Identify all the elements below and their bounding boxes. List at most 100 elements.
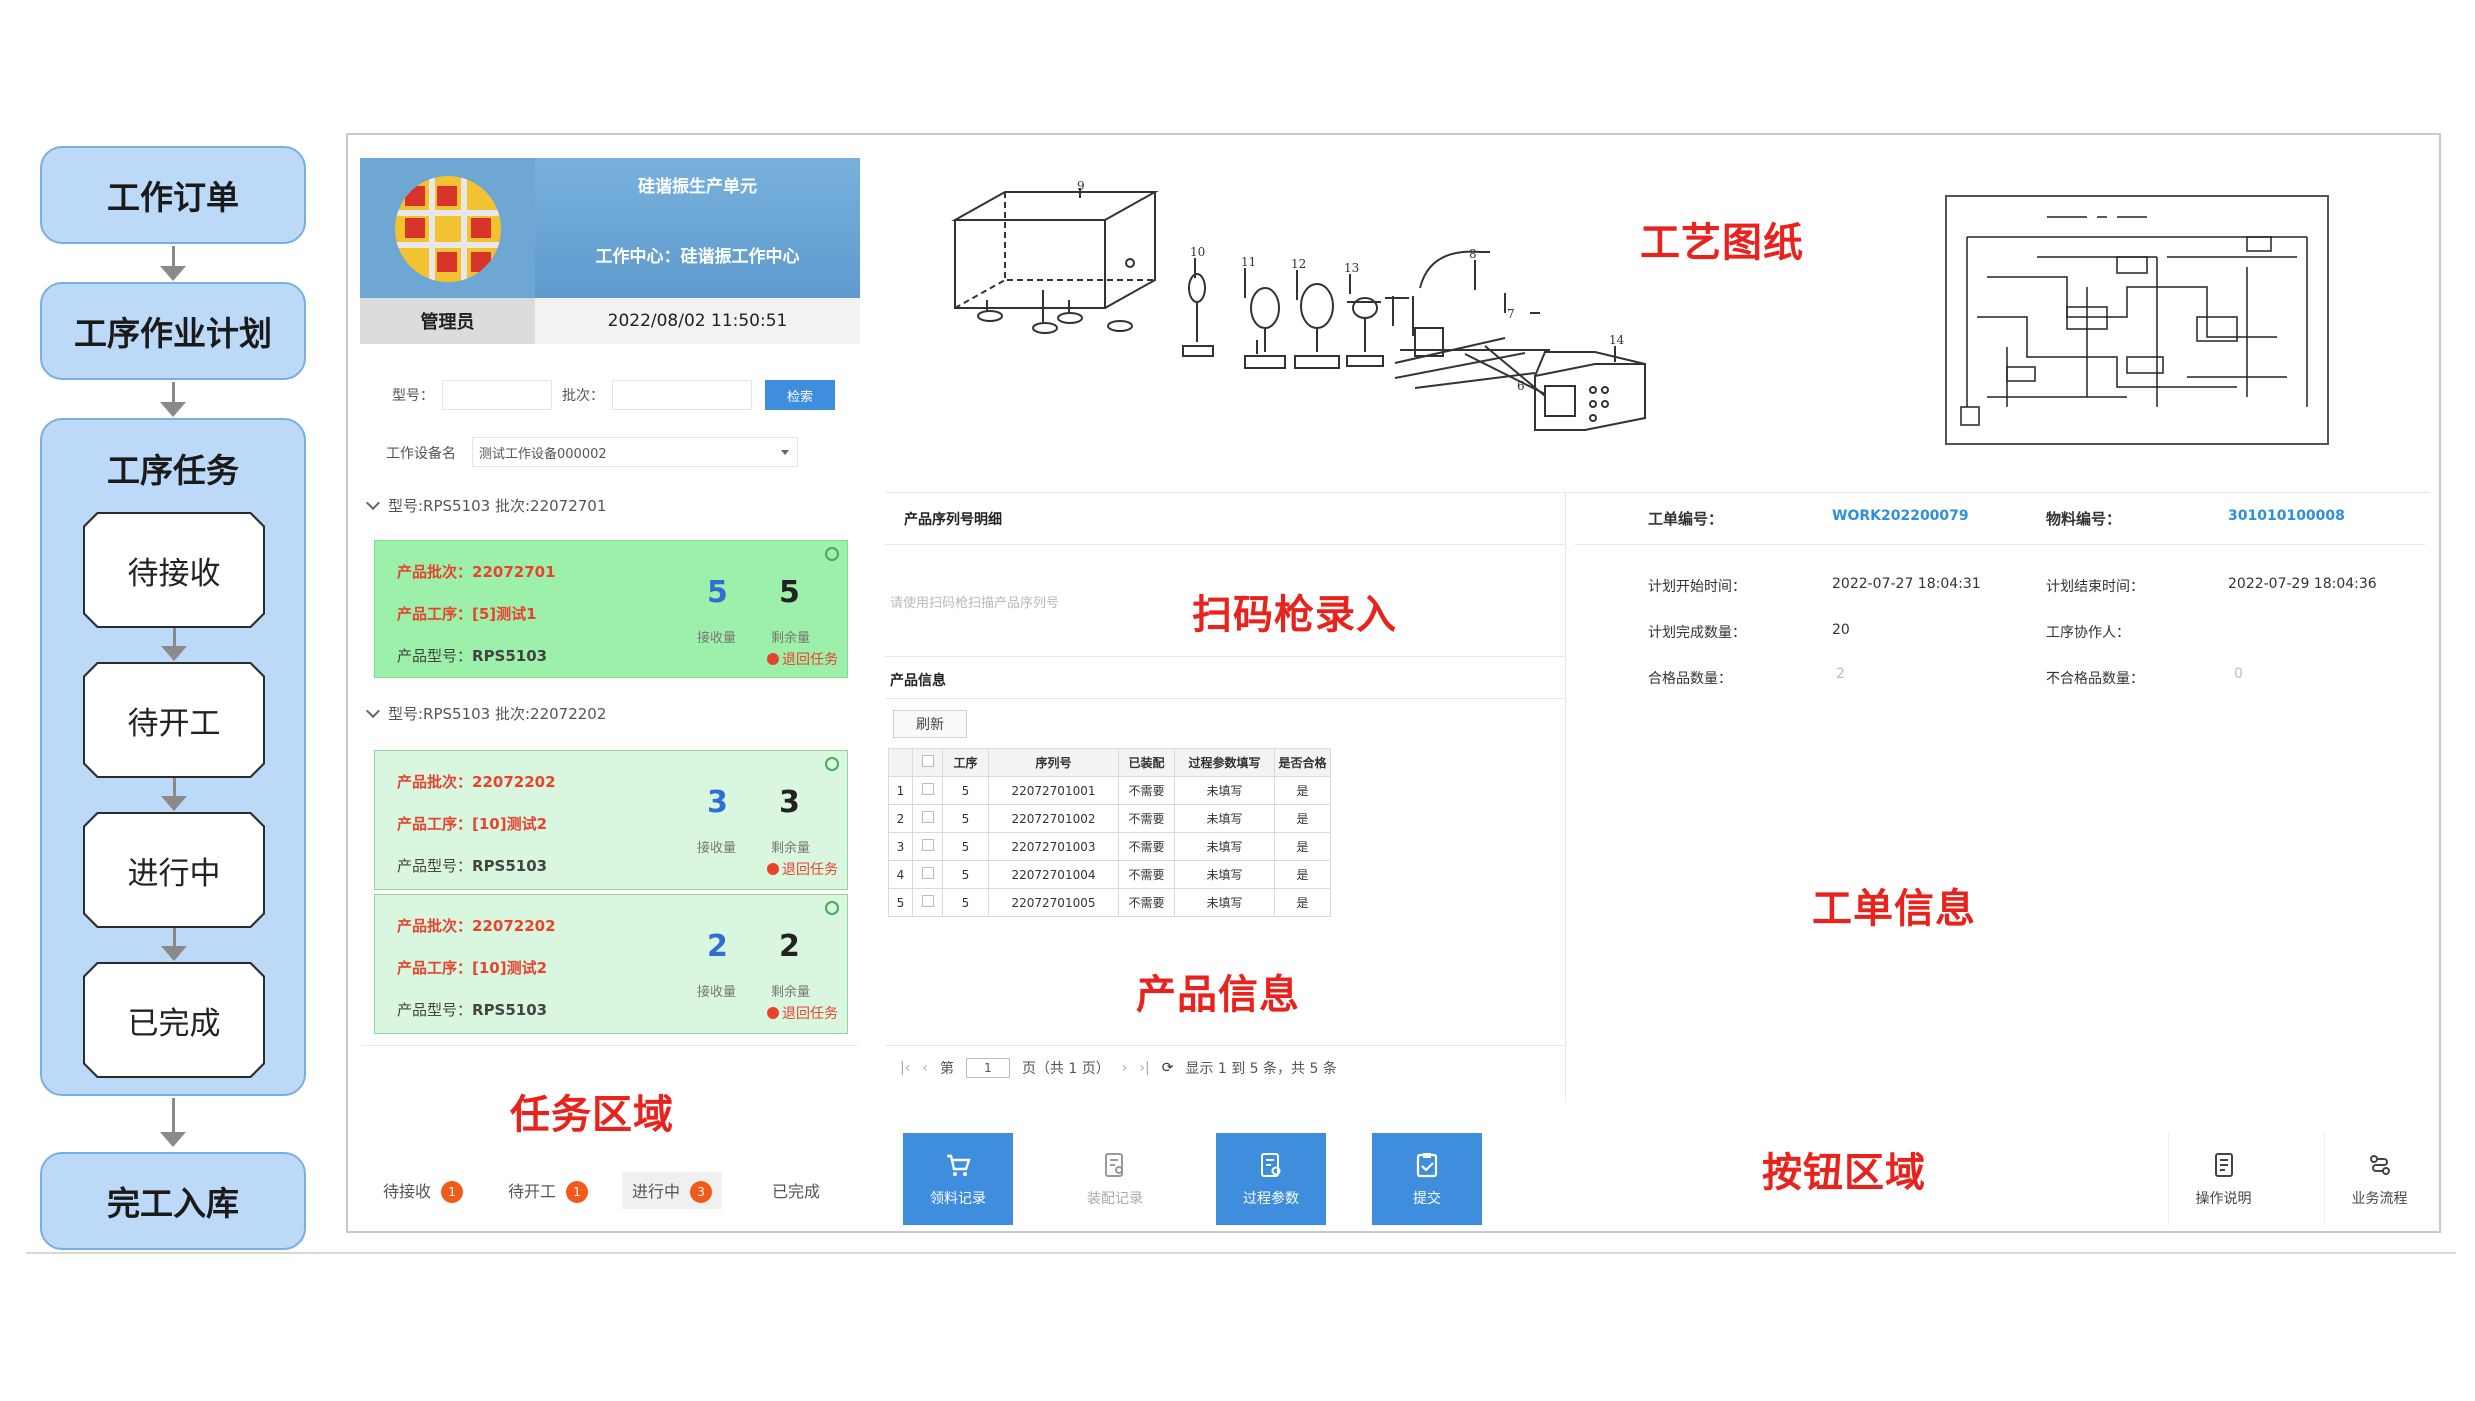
table-row[interactable]: 3 5 22072701003 不需要 未填写是 <box>888 832 1331 861</box>
annotation-button-area: 按钮区域 <box>1762 1150 1926 1196</box>
process-drawing: 9 10 11 12 13 8 7 6 14 <box>951 179 1646 431</box>
remaining-label: 剩余量 <box>771 631 811 646</box>
current-datetime: 2022/08/02 11:50:51 <box>607 311 788 331</box>
row-checkbox[interactable] <box>921 867 934 879</box>
divider <box>1575 544 2425 545</box>
circuit-diagram-image <box>1960 216 2308 426</box>
row-checkbox[interactable] <box>921 839 934 851</box>
reload-icon[interactable]: ⟳ <box>1162 1060 1174 1076</box>
flow-work-order: 工作订单 <box>40 146 306 244</box>
flow-task-group: 工序任务 待接收 待开工 进行中 已完成 <box>40 418 306 1096</box>
first-page-icon[interactable]: |‹ <box>900 1060 910 1076</box>
next-page-icon[interactable]: › <box>1122 1060 1128 1076</box>
received-label: 接收量 <box>697 631 737 646</box>
drawing-number: 11 <box>1241 255 1256 269</box>
flow-arrow <box>172 1098 175 1134</box>
flow-arrow-head <box>160 1132 186 1147</box>
task-card[interactable]: 产品批次：22072202 产品工序：[10]测试2 产品型号：RPS5103 … <box>374 750 848 890</box>
page-summary: 显示 1 到 5 条，共 5 条 <box>1185 1061 1337 1077</box>
row-checkbox[interactable] <box>921 895 934 907</box>
clipboard-check-icon <box>1416 1153 1438 1178</box>
flow-arrow <box>172 246 175 268</box>
manual-icon <box>2214 1153 2233 1177</box>
process-params-button[interactable]: 过程参数 <box>1216 1133 1326 1225</box>
task-card[interactable]: 产品批次：22072202 产品工序：[10]测试2 产品型号：RPS5103 … <box>374 894 848 1034</box>
annotation-order-info: 工单信息 <box>1812 886 1976 932</box>
card-batch: 产品批次：22072202 <box>397 773 556 791</box>
tab-pending-start[interactable]: 待开工 1 <box>508 1178 589 1203</box>
assembly-record-button[interactable]: 装配记录 <box>1060 1133 1170 1225</box>
serial-scan-input[interactable]: 请使用扫码枪扫描产品序列号 <box>890 592 1059 611</box>
submit-button[interactable]: 提交 <box>1372 1133 1482 1225</box>
row-checkbox[interactable] <box>921 783 934 795</box>
manual-button[interactable]: 操作说明 <box>2168 1133 2278 1225</box>
drawing-number: 6 <box>1517 379 1525 393</box>
select-circle-icon[interactable] <box>825 901 839 915</box>
task-group-header[interactable]: 型号:RPS5103 批次:22072202 <box>365 703 606 724</box>
order-no: WORK202200079 <box>1832 508 1969 524</box>
task-card[interactable]: 产品批次：22072701 产品工序：[5]测试1 产品型号：RPS5103 5… <box>374 540 848 678</box>
received-label: 接收量 <box>697 985 737 1000</box>
remaining-label: 剩余量 <box>771 985 811 1000</box>
flow-arrow <box>173 778 176 798</box>
count-badge: 3 <box>690 1181 713 1203</box>
product-table: 工序 序列号 已装配 过程参数填写 是否合格 1 5 22072701001 不需要… <box>888 748 1331 917</box>
received-count: 2 <box>707 929 728 964</box>
drawing-number: 8 <box>1469 247 1477 261</box>
select-circle-icon[interactable] <box>825 757 839 771</box>
work-center: 工作中心：硅谐振工作中心 <box>595 247 800 267</box>
column-select-all[interactable] <box>912 748 943 777</box>
material-record-button[interactable]: 领料记录 <box>903 1133 1013 1225</box>
flow-work-order-label: 工作订单 <box>107 178 239 217</box>
model-input[interactable] <box>442 380 552 410</box>
table-row[interactable]: 1 5 22072701001 不需要 未填写是 <box>888 776 1331 805</box>
tab-in-progress[interactable]: 进行中 3 <box>622 1172 723 1209</box>
return-task-button[interactable]: 退回任务 <box>767 1003 838 1023</box>
flow-arrow-head <box>161 796 187 811</box>
table-row[interactable]: 2 5 22072701002 不需要 未填写是 <box>888 804 1331 833</box>
flow-step-pending-start: 待开工 <box>83 662 265 778</box>
flow-finish-storage-label: 完工入库 <box>107 1184 239 1223</box>
checkbox[interactable] <box>921 755 934 767</box>
table-row[interactable]: 4 5 22072701004 不需要 未填写是 <box>888 860 1331 889</box>
flow-step-done: 已完成 <box>83 962 265 1078</box>
flow-process-plan-label: 工序作业计划 <box>74 314 272 353</box>
remaining-count: 2 <box>779 929 800 964</box>
flow-step-in-progress: 进行中 <box>83 812 265 928</box>
select-circle-icon[interactable] <box>825 547 839 561</box>
tab-pending-receive[interactable]: 待接收 1 <box>383 1178 464 1203</box>
manual-label: 操作说明 <box>2195 1191 2252 1207</box>
remaining-count: 5 <box>779 575 800 610</box>
chevron-down-icon <box>781 450 789 455</box>
material-record-label: 领料记录 <box>930 1191 986 1207</box>
table-row[interactable]: 5 5 22072701005 不需要 未填写是 <box>888 888 1331 917</box>
return-task-button[interactable]: 退回任务 <box>767 859 838 879</box>
flow-arrow-head <box>160 266 186 281</box>
search-button[interactable]: 检索 <box>765 380 835 410</box>
drawing-number: 10 <box>1190 245 1205 259</box>
prev-page-icon[interactable]: ‹ <box>922 1060 928 1076</box>
pagination: |‹ ‹ 第 1 页（共 1 页） › ›| ⟳ 显示 1 到 5 条，共 5 … <box>900 1058 1337 1078</box>
drawing-number: 9 <box>1077 179 1085 193</box>
ng-qty: 0 <box>2234 666 2243 682</box>
return-task-button[interactable]: 退回任务 <box>767 649 838 669</box>
business-flow-button[interactable]: 业务流程 <box>2324 1133 2434 1225</box>
last-page-icon[interactable]: ›| <box>1139 1060 1149 1076</box>
submit-label: 提交 <box>1413 1191 1441 1207</box>
page-number-input[interactable]: 1 <box>965 1058 1010 1078</box>
device-select[interactable]: 测试工作设备000002 <box>472 437 798 467</box>
divider <box>885 544 1565 545</box>
tab-done[interactable]: 已完成 <box>772 1178 820 1202</box>
material-no-label: 物料编号： <box>2046 510 2122 528</box>
column-header: 序列号 <box>988 748 1119 777</box>
card-process: 产品工序：[10]测试2 <box>397 815 548 833</box>
annotation-product-info: 产品信息 <box>1136 972 1300 1018</box>
flow-step-label: 已完成 <box>85 964 263 1076</box>
flow-finish-storage: 完工入库 <box>40 1152 306 1250</box>
task-group-header[interactable]: 型号:RPS5103 批次:22072701 <box>365 495 606 516</box>
refresh-button[interactable]: 刷新 <box>893 710 967 738</box>
material-no: 301010100008 <box>2228 508 2345 524</box>
row-checkbox[interactable] <box>921 811 934 823</box>
card-model: 产品型号：RPS5103 <box>397 857 548 875</box>
batch-input[interactable] <box>612 380 752 410</box>
